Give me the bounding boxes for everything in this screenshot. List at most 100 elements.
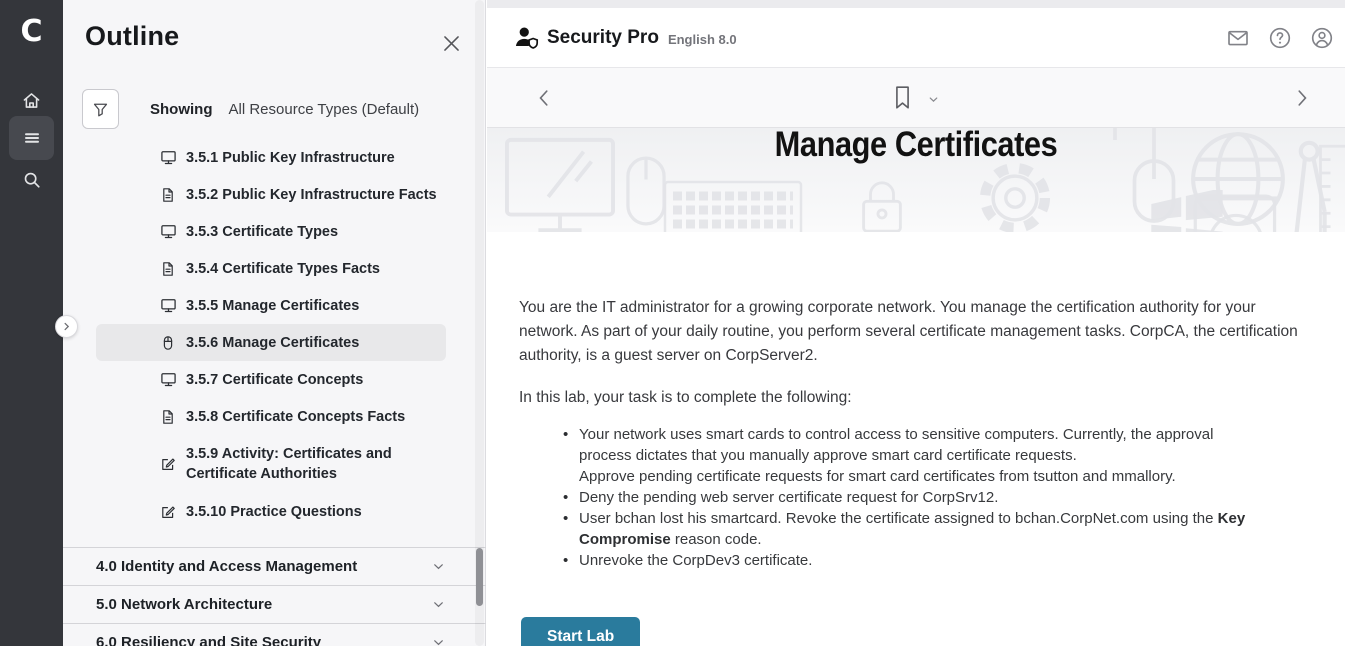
course-brand: Security Pro English 8.0: [513, 24, 737, 51]
task-item-1-line-1: Your network uses smart cards to control…: [579, 424, 1260, 466]
messages-button[interactable]: [1226, 26, 1250, 50]
banner-keyboard-icon: [663, 180, 803, 232]
video-icon: [160, 149, 177, 166]
outline-item-label: 3.5.3 Certificate Types: [186, 222, 338, 242]
banner-frame-icon: [1193, 194, 1279, 232]
main-area: Security Pro English 8.0: [487, 0, 1345, 646]
bookmark-button[interactable]: [892, 85, 913, 110]
outline-item-label: 3.5.5 Manage Certificates: [186, 296, 359, 316]
chevron-right-icon: [1291, 87, 1313, 109]
outline-item-3-5-3[interactable]: 3.5.3 Certificate Types: [96, 213, 446, 250]
filter-showing-label: Showing: [150, 101, 213, 118]
lesson-nav-bar: [487, 67, 1345, 128]
activity-edit-icon: [160, 504, 177, 520]
video-icon: [160, 371, 177, 388]
banner-lock-icon: [859, 178, 905, 232]
document-icon: [160, 409, 177, 425]
bookmark-icon: [892, 85, 913, 110]
lab-mouse-icon: [160, 335, 177, 351]
outline-item-label: 3.5.10 Practice Questions: [186, 502, 362, 522]
chevron-right-icon: [61, 321, 72, 332]
task-list: Your network uses smart cards to control…: [519, 424, 1260, 571]
home-icon: [21, 90, 42, 111]
task-item-3-pre: User bchan lost his smartcard. Revoke th…: [579, 510, 1218, 527]
product-title: Security Pro: [547, 27, 659, 49]
filter-value: All Resource Types (Default): [229, 101, 420, 118]
scenario-paragraph: You are the IT administrator for a growi…: [519, 296, 1301, 368]
menu-icon: [22, 128, 42, 148]
section-5-0[interactable]: 5.0 Network Architecture: [63, 585, 486, 623]
outline-item-3-5-7[interactable]: 3.5.7 Certificate Concepts: [96, 361, 446, 398]
search-button[interactable]: [9, 160, 54, 200]
outline-panel: Outline Showing All Resource Types (Defa…: [63, 0, 486, 646]
filter-funnel-icon: [92, 101, 109, 118]
outline-item-label: 3.5.1 Public Key Infrastructure: [186, 148, 395, 168]
outline-item-3-5-10[interactable]: 3.5.10 Practice Questions: [96, 493, 446, 530]
app-rail: C: [0, 0, 63, 646]
outline-item-3-5-6-selected[interactable]: 3.5.6 Manage Certificates: [96, 324, 446, 361]
outline-item-label: 3.5.2 Public Key Infrastructure Facts: [186, 185, 437, 205]
next-lesson-button[interactable]: [1291, 87, 1313, 109]
outline-menu-button[interactable]: [9, 116, 54, 160]
section-4-0[interactable]: 4.0 Identity and Access Management: [63, 547, 486, 585]
bookmark-menu-button[interactable]: [927, 93, 940, 106]
bookmark-controls: [892, 85, 940, 110]
outline-item-label: 3.5.9 Activity: Certificates and Certifi…: [186, 444, 446, 484]
outline-item-label: 3.5.4 Certificate Types Facts: [186, 259, 380, 279]
task-item-3: User bchan lost his smartcard. Revoke th…: [563, 508, 1260, 550]
close-icon: [441, 33, 462, 54]
chevron-down-icon: [431, 597, 446, 612]
video-icon: [160, 297, 177, 314]
outline-item-3-5-8[interactable]: 3.5.8 Certificate Concepts Facts: [96, 398, 446, 435]
video-icon: [160, 223, 177, 240]
filter-button[interactable]: [82, 89, 119, 129]
profile-icon: [1310, 26, 1334, 50]
lesson-banner: Manage Certificates: [487, 128, 1345, 232]
section-6-0[interactable]: 6.0 Resiliency and Site Security: [63, 623, 486, 646]
header-actions: [1226, 26, 1345, 50]
task-item-1: Your network uses smart cards to control…: [563, 424, 1260, 487]
outline-item-3-5-1[interactable]: 3.5.1 Public Key Infrastructure: [96, 139, 446, 176]
panel-expander-button[interactable]: [55, 315, 78, 338]
outline-scrollbar-thumb[interactable]: [476, 548, 483, 606]
chevron-down-icon: [431, 635, 446, 646]
close-outline-button[interactable]: [439, 31, 463, 55]
mail-icon: [1226, 26, 1250, 50]
outline-item-label: 3.5.6 Manage Certificates: [186, 333, 359, 353]
outline-item-label: 3.5.7 Certificate Concepts: [186, 370, 363, 390]
outline-item-label: 3.5.8 Certificate Concepts Facts: [186, 407, 405, 427]
help-button[interactable]: [1268, 26, 1292, 50]
app-logo[interactable]: C: [0, 14, 63, 49]
search-icon: [22, 170, 42, 190]
security-user-shield-icon: [513, 24, 540, 51]
task-item-4: Unrevoke the CorpDev3 certificate.: [563, 550, 1260, 571]
start-lab-button[interactable]: Start Lab: [521, 617, 640, 646]
previous-lesson-button[interactable]: [533, 87, 555, 109]
task-item-2: Deny the pending web server certificate …: [563, 487, 1260, 508]
course-header: Security Pro English 8.0: [487, 8, 1345, 67]
lesson-content: You are the IT administrator for a growi…: [487, 232, 1345, 646]
outline-section-list: 4.0 Identity and Access Management 5.0 N…: [63, 547, 486, 646]
chevron-left-icon: [533, 87, 555, 109]
document-icon: [160, 187, 177, 203]
product-version: English 8.0: [668, 32, 737, 47]
profile-button[interactable]: [1310, 26, 1334, 50]
home-button[interactable]: [9, 80, 54, 120]
chevron-down-icon: [927, 93, 940, 106]
outline-item-3-5-2[interactable]: 3.5.2 Public Key Infrastructure Facts: [96, 176, 446, 213]
outline-item-3-5-9[interactable]: 3.5.9 Activity: Certificates and Certifi…: [96, 435, 446, 493]
task-item-1-line-2: Approve pending certificate requests for…: [579, 466, 1260, 487]
activity-edit-icon: [160, 456, 177, 472]
outline-item-3-5-5[interactable]: 3.5.5 Manage Certificates: [96, 287, 446, 324]
section-label: 5.0 Network Architecture: [96, 596, 431, 613]
section-label: 4.0 Identity and Access Management: [96, 558, 431, 575]
task-intro-paragraph: In this lab, your task is to complete th…: [519, 386, 1301, 410]
banner-ruler-icon: [1317, 144, 1345, 232]
document-icon: [160, 261, 177, 277]
outline-item-3-5-4[interactable]: 3.5.4 Certificate Types Facts: [96, 250, 446, 287]
help-icon: [1268, 26, 1292, 50]
outline-title: Outline: [85, 21, 179, 52]
task-item-3-post: reason code.: [671, 531, 762, 548]
lesson-title: Manage Certificates: [538, 128, 1293, 165]
outline-item-list: 3.5.1 Public Key Infrastructure 3.5.2 Pu…: [63, 139, 486, 530]
